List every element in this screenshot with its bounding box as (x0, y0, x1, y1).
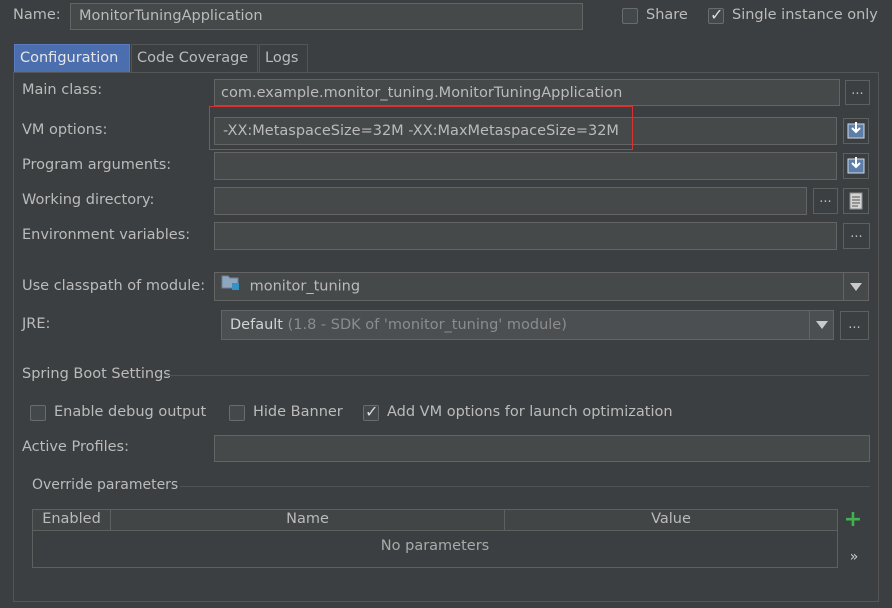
tab-logs[interactable]: Logs (259, 44, 308, 72)
jre-browse-button[interactable]: ... (840, 311, 869, 340)
main-class-field[interactable]: com.example.monitor_tuning.MonitorTuning… (214, 79, 840, 106)
check-icon: ✓ (710, 5, 724, 24)
program-arguments-expand-button[interactable] (843, 153, 869, 179)
single-instance-label[interactable]: Single instance only (732, 7, 878, 23)
no-parameters-text: No parameters (380, 538, 490, 554)
dropdown-arrow-icon[interactable] (843, 273, 868, 300)
classpath-module-value: monitor_tuning (249, 278, 361, 295)
spring-boot-section-title: Spring Boot Settings (22, 366, 171, 382)
module-folder-icon (221, 273, 241, 300)
name-label: Name: (13, 7, 61, 23)
override-parameters-title: Override parameters (32, 477, 179, 493)
working-directory-field[interactable] (214, 187, 807, 215)
hide-banner-label[interactable]: Hide Banner (253, 404, 343, 420)
tab-code-coverage[interactable]: Code Coverage (131, 44, 258, 72)
expand-toolbar-icon[interactable]: » (845, 548, 863, 566)
jre-combo[interactable]: Default (1.8 - SDK of 'monitor_tuning' m… (221, 310, 834, 340)
environment-variables-field[interactable] (214, 222, 837, 250)
spring-boot-separator (166, 375, 869, 376)
main-class-browse-button[interactable]: ... (845, 80, 870, 105)
expand-field-icon (847, 157, 865, 174)
name-field[interactable]: MonitorTuningApplication (70, 3, 583, 30)
vm-options-label: VM options: (22, 122, 108, 138)
program-arguments-field[interactable] (214, 152, 837, 180)
classpath-module-combo[interactable]: monitor_tuning (214, 272, 869, 301)
vm-options-highlight (209, 106, 633, 150)
add-vm-options-checkbox[interactable]: ✓ (363, 402, 379, 421)
override-separator (180, 486, 870, 487)
add-parameter-icon[interactable]: + (843, 509, 863, 531)
hide-banner-checkbox[interactable] (229, 405, 245, 421)
column-header-value[interactable]: Value (505, 510, 837, 530)
single-instance-checkbox[interactable]: ✓ (708, 5, 724, 24)
dropdown-arrow-icon[interactable] (809, 311, 833, 339)
classpath-module-label: Use classpath of module: (22, 278, 206, 294)
document-icon (849, 192, 863, 210)
environment-variables-browse-button[interactable]: ... (843, 223, 870, 249)
check-icon: ✓ (365, 402, 379, 421)
column-header-name[interactable]: Name (111, 510, 505, 530)
jre-label: JRE: (22, 316, 51, 332)
jre-value: Default (230, 317, 283, 333)
table-header-divider (33, 530, 837, 531)
tab-configuration[interactable]: Configuration (14, 44, 130, 72)
main-class-label: Main class: (22, 82, 103, 98)
enable-debug-checkbox[interactable] (30, 405, 46, 421)
environment-variables-label: Environment variables: (22, 227, 191, 243)
expand-field-icon (847, 122, 865, 139)
active-profiles-label: Active Profiles: (22, 439, 129, 455)
jre-detail: (1.8 - SDK of 'monitor_tuning' module) (287, 317, 567, 333)
override-parameters-table[interactable]: Enabled Name Value No parameters (32, 509, 838, 568)
enable-debug-label[interactable]: Enable debug output (54, 404, 206, 420)
vm-options-expand-button[interactable] (843, 118, 869, 144)
working-directory-label: Working directory: (22, 192, 155, 208)
working-directory-browse-button[interactable]: ... (813, 188, 838, 214)
add-vm-options-label[interactable]: Add VM options for launch optimization (387, 404, 673, 420)
column-header-enabled[interactable]: Enabled (33, 510, 111, 530)
working-directory-macro-button[interactable] (843, 188, 869, 214)
share-label[interactable]: Share (646, 7, 688, 23)
share-checkbox[interactable] (622, 8, 638, 24)
program-arguments-label: Program arguments: (22, 157, 172, 173)
active-profiles-field[interactable] (214, 435, 870, 462)
